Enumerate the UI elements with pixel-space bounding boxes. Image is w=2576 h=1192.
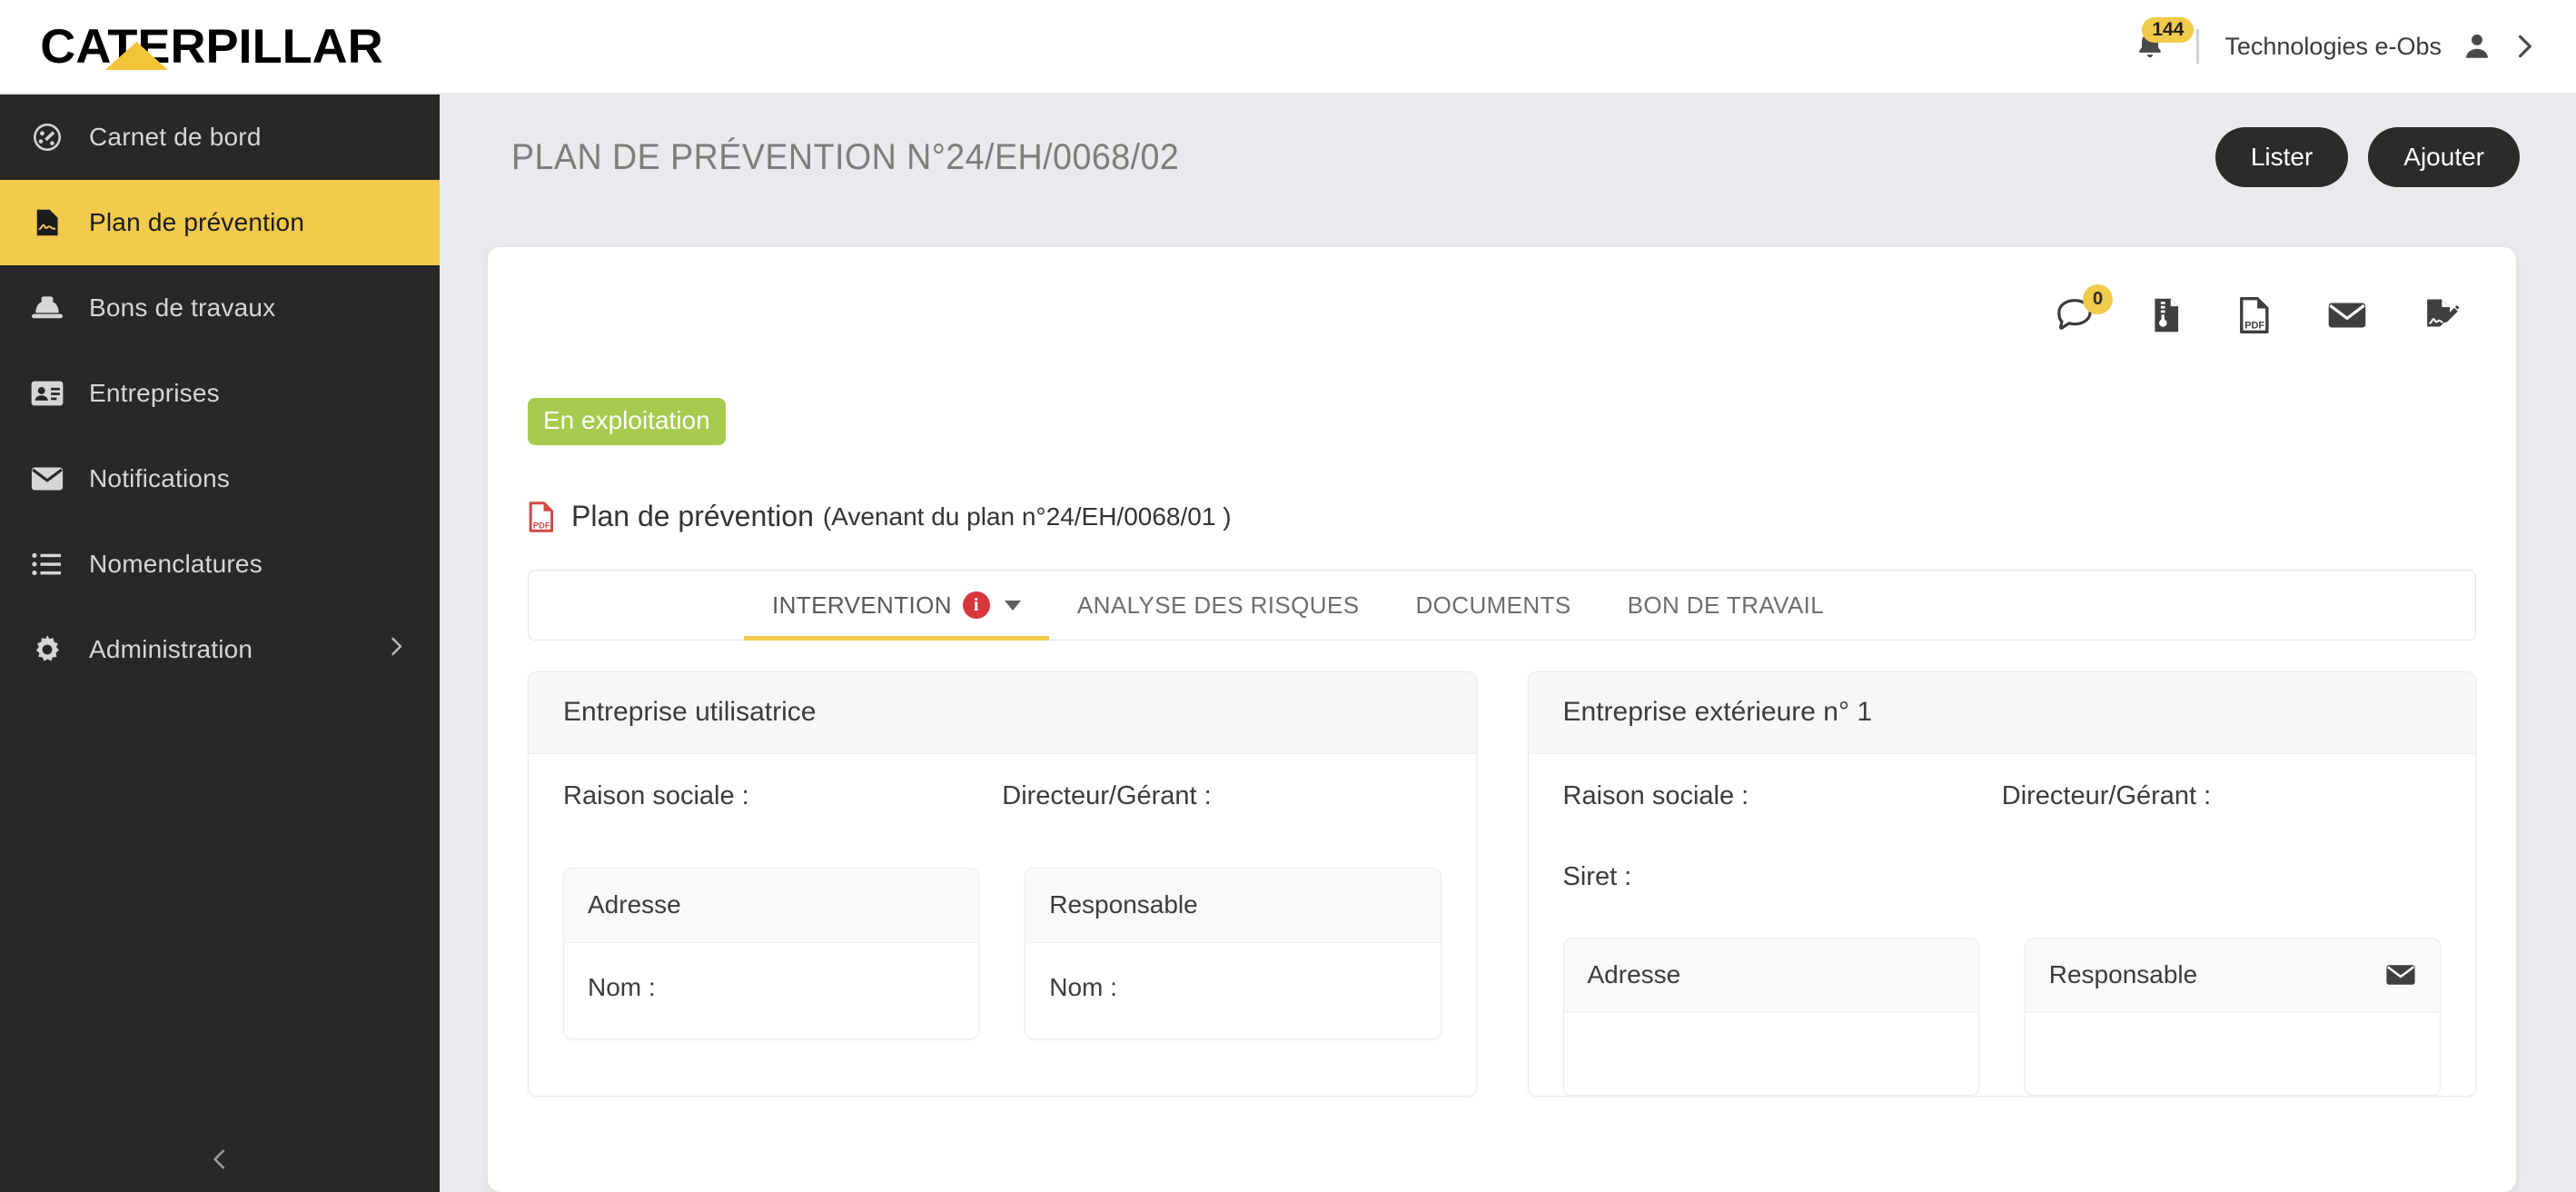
sidebar-collapse-button[interactable] — [0, 1146, 440, 1177]
sidebar-item-label: Entreprises — [89, 379, 220, 408]
sidebar-item-label: Carnet de bord — [89, 123, 262, 152]
id-card-icon — [18, 380, 76, 407]
tab-label: ANALYSE DES RISQUES — [1077, 591, 1360, 620]
directeur-gerant-field: Directeur/Gérant : — [1002, 781, 1441, 811]
field-row: Siret : — [1563, 862, 2442, 892]
document-sign-icon[interactable] — [2423, 297, 2462, 333]
chevron-left-icon — [208, 1146, 232, 1177]
tab-documents[interactable]: DOCUMENTS — [1387, 571, 1599, 640]
pdf-icon[interactable]: PDF — [2238, 296, 2271, 334]
directeur-gerant-field: Directeur/Gérant : — [2002, 781, 2441, 811]
info-badge-icon: i — [963, 591, 990, 619]
enterprise-cards-row: Entreprise utilisatrice Raison sociale :… — [528, 671, 2476, 1097]
plan-subtitle: (Avenant du plan n°24/EH/0068/01 ) — [823, 502, 1232, 531]
enterprise-card-title: Entreprise utilisatrice — [529, 672, 1476, 754]
brand-logo[interactable]: CATERPILLAR — [0, 0, 440, 94]
subcard-body — [1564, 1013, 1978, 1095]
page-title: PLAN DE PRÉVENTION N°24/EH/0068/02 — [511, 137, 1179, 178]
enterprise-card-exterieure-1: Entreprise extérieure n° 1 Raison social… — [1528, 671, 2477, 1097]
subcard-nom-field: Nom : — [1025, 943, 1440, 1038]
subcard-nom-field: Nom : — [564, 943, 978, 1038]
tab-label: INTERVENTION — [772, 591, 952, 620]
field-row: Raison sociale : Directeur/Gérant : — [1563, 781, 2442, 811]
document-signed-icon — [18, 206, 76, 239]
subcard-responsable: Responsable Nom : — [1025, 868, 1441, 1039]
panel-action-icons: 0 PDF — [488, 247, 2516, 342]
field-row: Raison sociale : Directeur/Gérant : — [563, 781, 1442, 811]
subcards-row: Adresse Responsable — [1563, 932, 2442, 1096]
envelope-icon — [18, 466, 76, 492]
page-header-actions: Lister Ajouter — [2215, 127, 2520, 187]
comment-icon[interactable]: 0 — [2055, 297, 2095, 333]
tab-bon-de-travail[interactable]: BON DE TRAVAIL — [1600, 571, 1853, 640]
top-header: CATERPILLAR 144 Technologies e-Obs — [0, 0, 2576, 94]
tab-label: DOCUMENTS — [1415, 591, 1570, 620]
status-row: En exploitation — [488, 342, 2516, 445]
sidebar-item-notifications[interactable]: Notifications — [0, 436, 440, 522]
notification-count-badge: 144 — [2142, 17, 2194, 43]
tab-analyse-des-risques[interactable]: ANALYSE DES RISQUES — [1049, 571, 1388, 640]
subcard-title: Responsable — [2049, 960, 2197, 989]
page-header: PLAN DE PRÉVENTION N°24/EH/0068/02 Liste… — [440, 94, 2576, 220]
raison-sociale-field: Raison sociale : — [563, 781, 1002, 811]
user-name-label: Technologies e-Obs — [2224, 33, 2442, 61]
chevron-right-icon[interactable] — [2511, 31, 2538, 62]
sidebar-item-plan-de-prevention[interactable]: Plan de prévention — [0, 180, 440, 265]
subcard-adresse: Adresse Nom : — [563, 868, 979, 1039]
sidebar-item-administration[interactable]: Administration — [0, 607, 440, 692]
document-zip-icon[interactable] — [2151, 296, 2182, 334]
notifications-bell-button[interactable]: 144 — [2127, 23, 2173, 70]
brand-logo-text: CATERPILLAR — [40, 20, 382, 74]
helmet-icon — [18, 293, 76, 323]
person-icon[interactable] — [2462, 31, 2492, 62]
subcard-adresse: Adresse — [1563, 938, 1979, 1096]
subcard-body — [2026, 1013, 2440, 1095]
sidebar-item-label: Plan de prévention — [89, 208, 304, 237]
sidebar-item-label: Nomenclatures — [89, 550, 263, 579]
svg-text:PDF: PDF — [533, 520, 550, 530]
enterprise-card-utilisatrice: Entreprise utilisatrice Raison sociale :… — [528, 671, 1477, 1097]
sidebar-item-bons-de-travaux[interactable]: Bons de travaux — [0, 265, 440, 351]
subcard-title: Adresse — [588, 890, 681, 919]
chevron-down-icon[interactable] — [1005, 601, 1021, 611]
pdf-file-icon[interactable]: PDF — [528, 501, 555, 533]
list-icon — [18, 551, 76, 578]
status-badge: En exploitation — [528, 398, 726, 445]
sidebar-item-label: Notifications — [89, 464, 230, 493]
tab-bar-spacer — [529, 571, 744, 640]
svg-text:PDF: PDF — [2244, 321, 2264, 332]
header-right-cluster: 144 Technologies e-Obs — [2127, 0, 2576, 94]
subcard-title: Adresse — [1588, 960, 1681, 989]
sidebar-item-carnet-de-bord[interactable]: Carnet de bord — [0, 94, 440, 180]
header-divider — [2196, 29, 2199, 64]
subcards-row: Adresse Nom : Responsable Nom : — [563, 862, 1442, 1039]
siret-field: Siret : — [1563, 862, 2442, 892]
sidebar-item-label: Bons de travaux — [89, 293, 275, 323]
main-panel: 0 PDF En exploitation PDF Plan de préven… — [488, 247, 2516, 1192]
sidebar-item-entreprises[interactable]: Entreprises — [0, 351, 440, 436]
subcard-responsable: Responsable — [2025, 938, 2441, 1096]
gear-icon — [18, 633, 76, 666]
tab-intervention[interactable]: INTERVENTION i — [744, 571, 1049, 640]
sidebar-item-nomenclatures[interactable]: Nomenclatures — [0, 522, 440, 607]
raison-sociale-field: Raison sociale : — [1563, 781, 2002, 811]
ajouter-button[interactable]: Ajouter — [2368, 127, 2520, 187]
subcard-title: Responsable — [1049, 890, 1197, 919]
comment-count-badge: 0 — [2083, 284, 2113, 314]
tab-label: BON DE TRAVAIL — [1628, 591, 1825, 620]
sidebar: Carnet de bord Plan de prévention Bons d… — [0, 94, 440, 1192]
lister-button[interactable]: Lister — [2215, 127, 2348, 187]
envelope-icon[interactable] — [2327, 300, 2367, 331]
chevron-right-icon — [385, 634, 407, 666]
plan-title-row: PDF Plan de prévention (Avenant du plan … — [488, 445, 2516, 533]
envelope-icon[interactable] — [2385, 963, 2416, 987]
sidebar-item-label: Administration — [89, 635, 253, 664]
caterpillar-triangle-icon — [105, 42, 168, 70]
enterprise-card-title: Entreprise extérieure n° 1 — [1529, 672, 2476, 754]
tab-bar: INTERVENTION i ANALYSE DES RISQUES DOCUM… — [528, 570, 2476, 641]
dashboard-icon — [18, 121, 76, 154]
plan-title: Plan de prévention — [571, 500, 814, 533]
